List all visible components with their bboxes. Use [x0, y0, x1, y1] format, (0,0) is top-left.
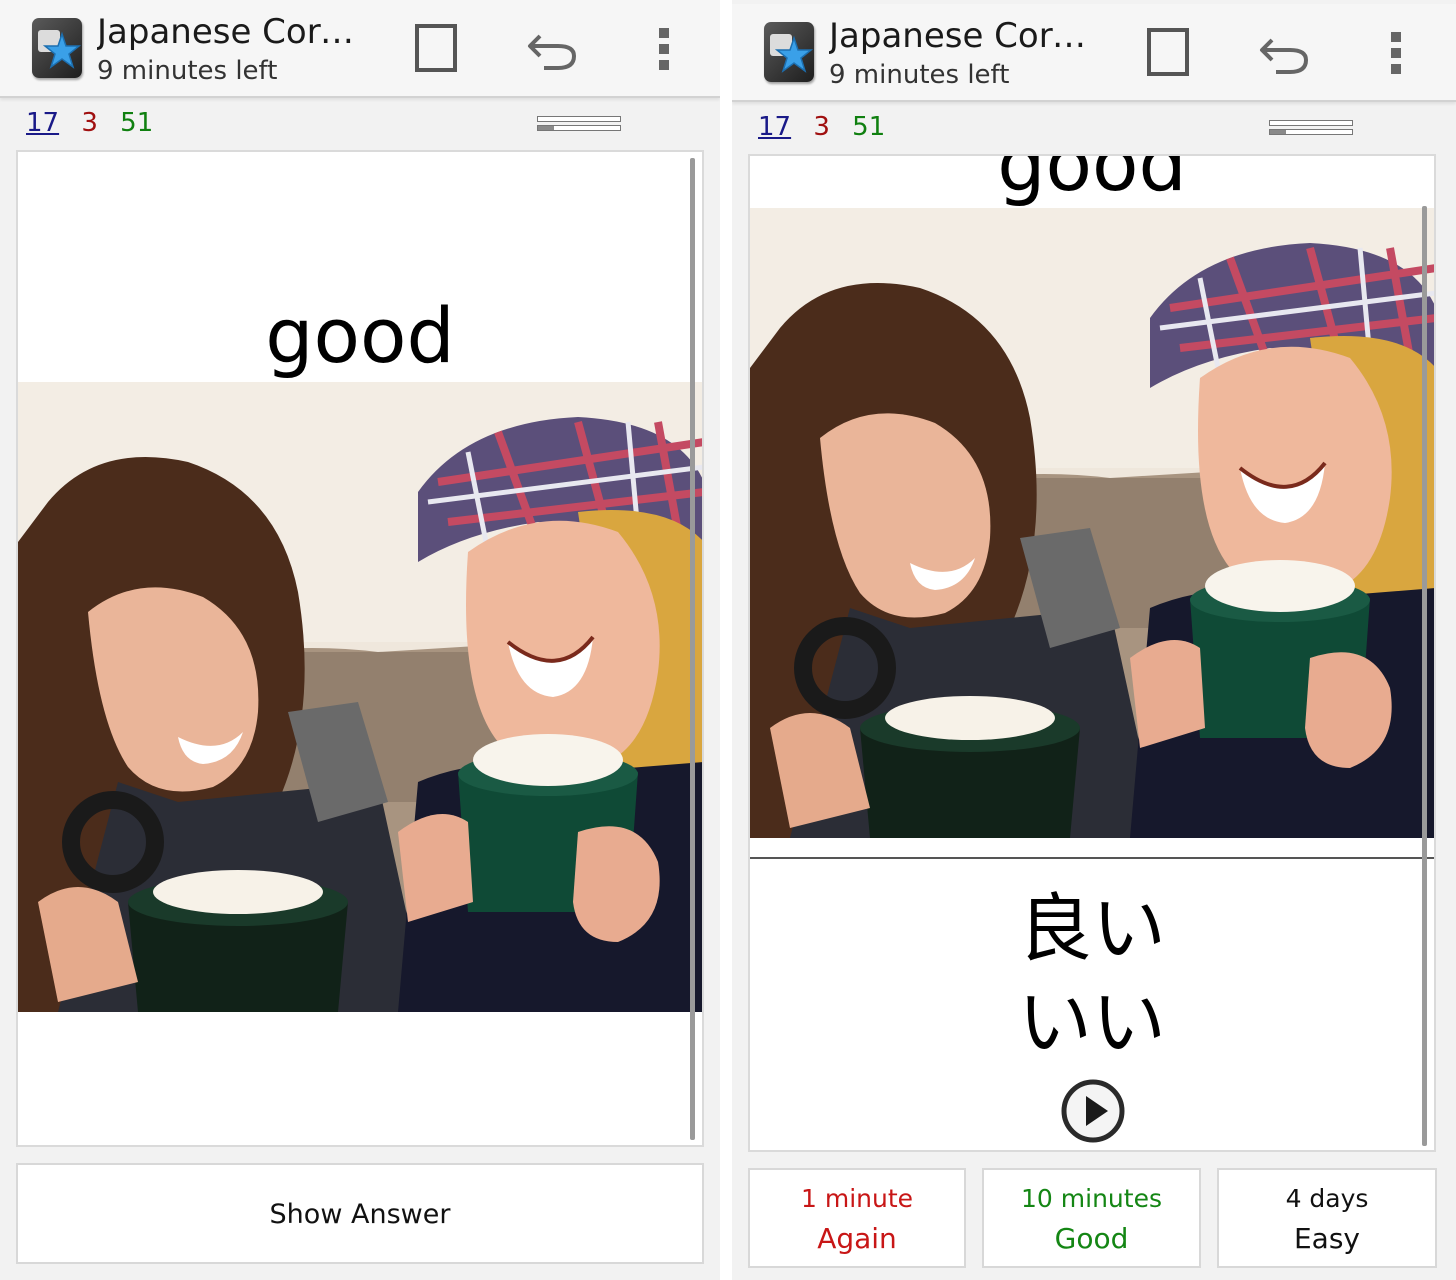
new-count[interactable]: 17 [758, 112, 791, 142]
again-label: Again [817, 1222, 897, 1255]
progress-bars [1269, 120, 1353, 138]
undo-icon[interactable] [522, 18, 582, 78]
time-left: 9 minutes left [97, 56, 278, 86]
time-left: 9 minutes left [829, 60, 1010, 90]
answer-kanji: 良い [1018, 886, 1166, 972]
session-progress-bar [537, 116, 621, 122]
flashcard[interactable]: good [16, 150, 704, 1147]
easy-button[interactable]: 4 days Easy [1217, 1168, 1437, 1268]
mark-note-icon[interactable] [1138, 22, 1198, 82]
good-interval: 10 minutes [1021, 1184, 1162, 1213]
answer-divider [750, 857, 1434, 859]
progress-bars [537, 116, 621, 134]
undo-icon[interactable] [1254, 22, 1314, 82]
screen-question: Japanese Core... 9 minutes left 17 3 51 … [0, 0, 720, 1280]
learn-count: 3 [81, 108, 98, 138]
review-count: 51 [852, 112, 886, 142]
deck-title: Japanese Core... [829, 16, 1104, 56]
screen-answer: Japanese Core... 9 minutes left 17 3 51 … [732, 0, 1456, 1280]
flashcard[interactable]: good 良い いい [748, 154, 1436, 1152]
easy-interval: 4 days [1285, 1184, 1369, 1213]
deck-title: Japanese Core... [97, 12, 372, 52]
easy-label: Easy [1293, 1222, 1360, 1255]
overflow-menu-icon[interactable] [634, 18, 694, 78]
anki-star-icon[interactable] [764, 22, 814, 82]
mark-note-icon[interactable] [406, 18, 466, 78]
review-count: 51 [120, 108, 154, 138]
show-answer-button[interactable]: Show Answer [16, 1163, 704, 1264]
deck-progress-bar [1269, 129, 1353, 135]
action-bar: Japanese Core... 9 minutes left [732, 4, 1456, 102]
card-front-word: good [997, 154, 1187, 208]
deck-progress-bar [537, 125, 621, 131]
action-bar: Japanese Core... 9 minutes left [0, 0, 720, 98]
good-button[interactable]: 10 minutes Good [982, 1168, 1201, 1268]
overflow-menu-icon[interactable] [1366, 22, 1426, 82]
learn-count: 3 [813, 112, 830, 142]
anki-star-icon[interactable] [32, 18, 82, 78]
card-photo [18, 382, 704, 1012]
good-label: Good [1054, 1222, 1129, 1255]
card-front-word: good [265, 291, 455, 380]
play-audio-icon[interactable] [1060, 1078, 1126, 1144]
show-answer-label: Show Answer [269, 1199, 451, 1230]
card-scrollbar[interactable] [690, 158, 695, 1140]
session-progress-bar [1269, 120, 1353, 126]
card-photo [750, 208, 1436, 838]
card-counts: 17 3 51 [26, 108, 167, 138]
again-button[interactable]: 1 minute Again [748, 1168, 966, 1268]
new-count[interactable]: 17 [26, 108, 59, 138]
answer-kana: いい [1018, 980, 1166, 1066]
again-interval: 1 minute [800, 1184, 914, 1213]
card-counts: 17 3 51 [758, 112, 899, 142]
card-scrollbar[interactable] [1422, 206, 1427, 1146]
